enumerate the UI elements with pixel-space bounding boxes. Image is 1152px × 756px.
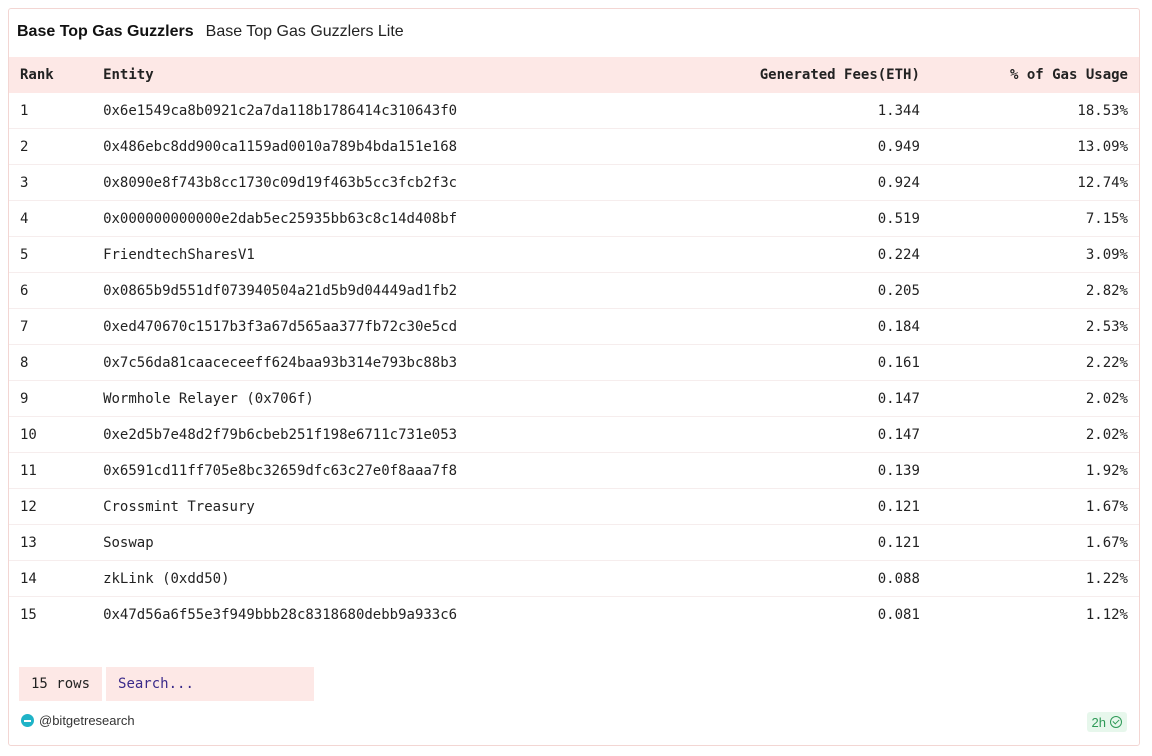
table-header-row: Rank Entity Generated Fees(ETH) % of Gas… (9, 57, 1139, 93)
cell-gas-usage: 3.09% (919, 236, 1139, 273)
cell-rank: 8 (9, 344, 104, 381)
column-header-gas-usage[interactable]: % of Gas Usage (919, 57, 1139, 93)
cell-gas-usage: 2.02% (919, 416, 1139, 453)
cell-entity: zkLink (0xdd50) (103, 560, 601, 597)
cell-generated-fees: 0.147 (600, 416, 920, 453)
freshness-label: 2h (1091, 714, 1106, 730)
cell-gas-usage: 2.22% (919, 344, 1139, 381)
row-count: 15 rows (19, 667, 103, 701)
cell-generated-fees: 0.161 (600, 344, 920, 381)
cell-gas-usage: 12.74% (919, 164, 1139, 201)
cell-generated-fees: 0.184 (600, 308, 920, 345)
query-title[interactable]: Base Top Gas Guzzlers (17, 23, 194, 41)
cell-rank: 11 (9, 452, 104, 489)
cell-rank: 13 (9, 524, 104, 561)
cell-rank: 5 (9, 236, 104, 273)
cell-rank: 6 (9, 272, 104, 309)
cell-rank: 14 (9, 560, 104, 597)
visualization-title: Base Top Gas Guzzlers Lite (205, 23, 404, 40)
cell-gas-usage: 2.02% (919, 380, 1139, 417)
cell-entity: 0xe2d5b7e48d2f79b6cbeb251f198e6711c731e0… (103, 416, 601, 453)
cell-rank: 12 (9, 488, 104, 525)
table-row: 15 0x47d56a6f55e3f949bbb28c8318680debb9a9… (9, 596, 1139, 632)
cell-rank: 10 (9, 416, 104, 453)
column-header-generated-fees[interactable]: Generated Fees(ETH) (600, 57, 920, 93)
cell-entity: 0x486ebc8dd900ca1159ad0010a789b4bda151e1… (103, 128, 601, 165)
cell-gas-usage: 1.12% (919, 596, 1139, 632)
cell-entity: Crossmint Treasury (103, 488, 601, 525)
cell-generated-fees: 0.139 (600, 452, 920, 489)
cell-entity: 0xed470670c1517b3f3a67d565aa377fb72c30e5… (103, 308, 601, 345)
cell-generated-fees: 0.519 (600, 200, 920, 237)
cell-generated-fees: 0.121 (600, 488, 920, 525)
brand-handle: @bitgetresearch (39, 713, 135, 728)
card-header: Base Top Gas Guzzlers Base Top Gas Guzzl… (17, 21, 404, 43)
cell-rank: 9 (9, 380, 104, 417)
query-result-card: Base Top Gas Guzzlers Base Top Gas Guzzl… (8, 8, 1140, 746)
cell-gas-usage: 2.53% (919, 308, 1139, 345)
cell-entity: FriendtechSharesV1 (103, 236, 601, 273)
search-input[interactable] (106, 667, 315, 701)
brand-attribution[interactable]: @bitgetresearch (21, 713, 135, 728)
cell-gas-usage: 1.92% (919, 452, 1139, 489)
cell-rank: 4 (9, 200, 104, 237)
cell-entity: Soswap (103, 524, 601, 561)
bitget-logo-icon (21, 714, 34, 727)
cell-entity: 0x6591cd11ff705e8bc32659dfc63c27e0f8aaa7… (103, 452, 601, 489)
table-row: 3 0x8090e8f743b8cc1730c09d19f463b5cc3fcb2… (9, 164, 1139, 201)
cell-generated-fees: 0.147 (600, 380, 920, 417)
table-row: 5 FriendtechSharesV1 0.224 3.09% (9, 236, 1139, 273)
cell-entity: 0x000000000000e2dab5ec25935bb63c8c14d408… (103, 200, 601, 237)
cell-rank: 1 (20, 102, 29, 119)
freshness-badge[interactable]: 2h (1086, 712, 1127, 732)
cell-gas-usage: 2.82% (919, 272, 1139, 309)
cell-generated-fees: 0.088 (600, 560, 920, 597)
column-header-rank[interactable]: Rank (9, 57, 104, 93)
cell-gas-usage: 1.67% (919, 488, 1139, 525)
cell-rank: 3 (9, 164, 104, 201)
table-row: 11 0x6591cd11ff705e8bc32659dfc63c27e0f8aa… (9, 452, 1139, 489)
table-row: 2 0x486ebc8dd900ca1159ad0010a789b4bda151e… (9, 128, 1139, 165)
cell-generated-fees: 0.081 (600, 596, 920, 632)
cell-generated-fees: 0.924 (600, 164, 920, 201)
column-header-entity[interactable]: Entity (103, 57, 601, 93)
table-row: 7 0xed470670c1517b3f3a67d565aa377fb72c30e… (9, 308, 1139, 345)
cell-entity: Wormhole Relayer (0x706f) (103, 380, 601, 417)
table-row: 10 0xe2d5b7e48d2f79b6cbeb251f198e6711c731… (9, 416, 1139, 453)
cell-entity: 0x8090e8f743b8cc1730c09d19f463b5cc3fcb2f… (103, 164, 601, 201)
table-row: 13 Soswap 0.121 1.67% (9, 524, 1139, 561)
cell-rank: 7 (9, 308, 104, 345)
cell-entity: 0x6e1549ca8b0921c2a7da118b1786414c310643… (103, 102, 458, 119)
cell-entity: 0x7c56da81caaceceeff624baa93b314e793bc88… (103, 344, 601, 381)
cell-gas-usage: 13.09% (919, 128, 1139, 165)
table-row: 8 0x7c56da81caaceceeff624baa93b314e793bc8… (9, 344, 1139, 381)
cell-generated-fees: 0.224 (600, 236, 920, 273)
table-row: 12 Crossmint Treasury 0.121 1.67% (9, 488, 1139, 525)
cell-generated-fees: 0.949 (600, 128, 920, 165)
table-row: 14 zkLink (0xdd50) 0.088 1.22% (9, 560, 1139, 597)
cell-entity: 0x0865b9d551df073940504a21d5b9d04449ad1f… (103, 272, 601, 309)
table-row: 9 Wormhole Relayer (0x706f) 0.147 2.02% (9, 380, 1139, 417)
cell-generated-fees: 0.121 (600, 524, 920, 561)
table-controls: 15 rows (19, 667, 315, 701)
check-circle-icon (1110, 716, 1122, 728)
cell-gas-usage: 1.22% (919, 560, 1139, 597)
table-body: 1 0x6e1549ca8b0921c2a7da118b1786414c31064… (9, 93, 1139, 632)
cell-rank: 15 (9, 596, 104, 632)
cell-gas-usage: 1.67% (919, 524, 1139, 561)
cell-gas-usage: 18.53% (1077, 102, 1128, 119)
table-row: 1 0x6e1549ca8b0921c2a7da118b1786414c31064… (9, 93, 1139, 129)
cell-generated-fees: 0.205 (600, 272, 920, 309)
table-row: 4 0x000000000000e2dab5ec25935bb63c8c14d40… (9, 200, 1139, 237)
cell-entity: 0x47d56a6f55e3f949bbb28c8318680debb9a933… (103, 596, 601, 632)
cell-generated-fees: 1.344 (877, 102, 920, 119)
table-row: 6 0x0865b9d551df073940504a21d5b9d04449ad1… (9, 272, 1139, 309)
cell-gas-usage: 7.15% (919, 200, 1139, 237)
results-table: Rank Entity Generated Fees(ETH) % of Gas… (9, 57, 1139, 632)
cell-rank: 2 (9, 128, 104, 165)
